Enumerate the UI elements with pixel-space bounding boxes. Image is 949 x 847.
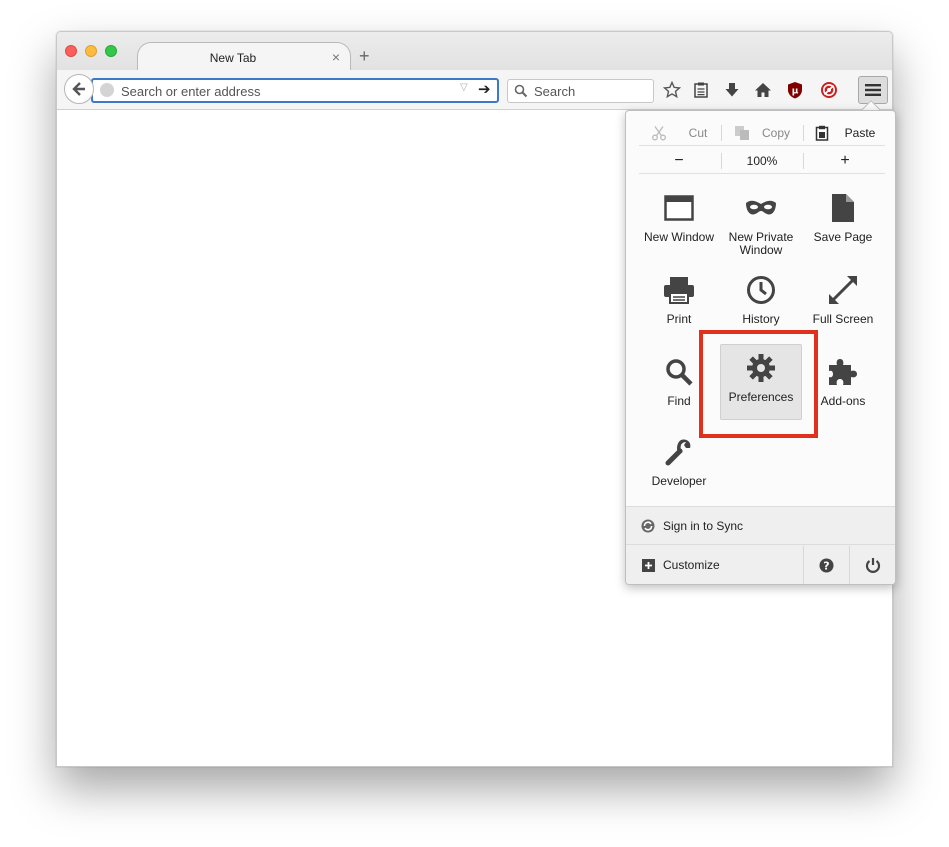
bookmark-star-icon[interactable] [662,80,682,100]
back-button[interactable] [64,74,94,104]
zoom-in-button[interactable]: + [805,147,885,174]
customize-button[interactable]: Customize [626,546,803,584]
developer-button[interactable]: Developer [638,429,720,505]
sign-in-to-sync-button[interactable]: Sign in to Sync [626,507,895,545]
tab-title: New Tab [209,51,257,65]
open-menu-button[interactable] [858,76,888,104]
url-dropdown-icon[interactable]: ▽ [460,82,468,93]
help-icon: ? [819,558,834,572]
panel-footer: Sign in to Sync Customize ? [626,506,895,584]
minimize-window-button[interactable] [85,45,97,57]
svg-text:μ: μ [792,87,799,97]
search-bar[interactable] [507,79,654,103]
url-bar[interactable]: ▽ ➔ [91,78,499,103]
tab-close-icon[interactable]: × [332,49,340,65]
new-window-button[interactable]: New Window [638,185,720,261]
plus-box-icon [642,558,655,572]
customize-label: Customize [663,558,720,572]
cut-button[interactable]: Cut [639,119,719,146]
zoom-out-button[interactable]: − [639,147,719,174]
search-icon [514,84,528,98]
home-icon[interactable] [753,80,773,100]
magnifier-icon [666,359,693,386]
new-private-window-label-2: Window [739,243,783,257]
addons-label: Add-ons [820,394,866,408]
printer-icon [664,277,694,304]
divider [721,125,722,141]
hamburger-menu-icon [865,84,881,96]
developer-label: Developer [651,474,707,488]
sync-label: Sign in to Sync [663,518,744,533]
bookmarks-menu-icon[interactable] [691,80,711,100]
copy-button[interactable]: Copy [723,119,801,146]
title-bar: New Tab × + [57,32,892,72]
save-page-button[interactable]: Save Page [802,185,884,261]
go-arrow-icon[interactable]: ➔ [478,80,491,98]
edit-controls: Cut Copy Paste [639,119,885,146]
clipboard-icon [815,125,828,141]
new-window-icon [664,195,694,221]
zoom-window-button[interactable] [105,45,117,57]
quit-button[interactable] [849,546,895,584]
navigation-toolbar: ▽ ➔ μ [57,70,892,110]
close-window-button[interactable] [65,45,77,57]
new-tab-button[interactable]: + [359,46,370,67]
scissors-icon [651,125,666,140]
help-button[interactable]: ? [803,546,849,584]
divider [803,125,804,141]
save-page-icon [832,194,854,222]
tab-new-tab[interactable]: New Tab × [137,42,351,72]
zoom-controls: − 100% + [639,147,885,174]
save-page-label: Save Page [813,230,873,244]
ublock-origin-icon[interactable]: μ [785,80,805,100]
divider [721,153,722,169]
divider [803,153,804,169]
full-screen-label: Full Screen [812,312,874,326]
url-input[interactable] [119,82,449,100]
full-screen-icon [829,276,857,304]
paste-button[interactable]: Paste [805,119,885,146]
puzzle-piece-icon [829,359,857,385]
downloads-icon[interactable] [722,80,742,100]
new-private-window-button[interactable]: New Private Window [720,185,802,261]
new-window-label: New Window [643,230,715,244]
adblock-extension-icon[interactable] [819,80,839,100]
print-label: Print [666,312,692,326]
svg-text:?: ? [823,559,829,572]
preferences-highlight-annotation [699,330,818,438]
cut-label: Cut [688,125,708,140]
zoom-reset-button[interactable]: 100% [723,147,801,174]
clock-icon [747,276,775,304]
find-label: Find [667,394,691,408]
history-label: History [742,312,780,326]
copy-label: Copy [761,125,790,140]
copy-icon [734,125,749,140]
globe-icon [100,83,114,97]
sync-icon [641,519,655,532]
power-icon [865,558,880,573]
back-arrow-icon [72,82,85,96]
paste-label: Paste [844,125,876,140]
wrench-icon [665,439,691,466]
search-input[interactable] [532,83,647,99]
private-mask-icon [746,200,776,215]
